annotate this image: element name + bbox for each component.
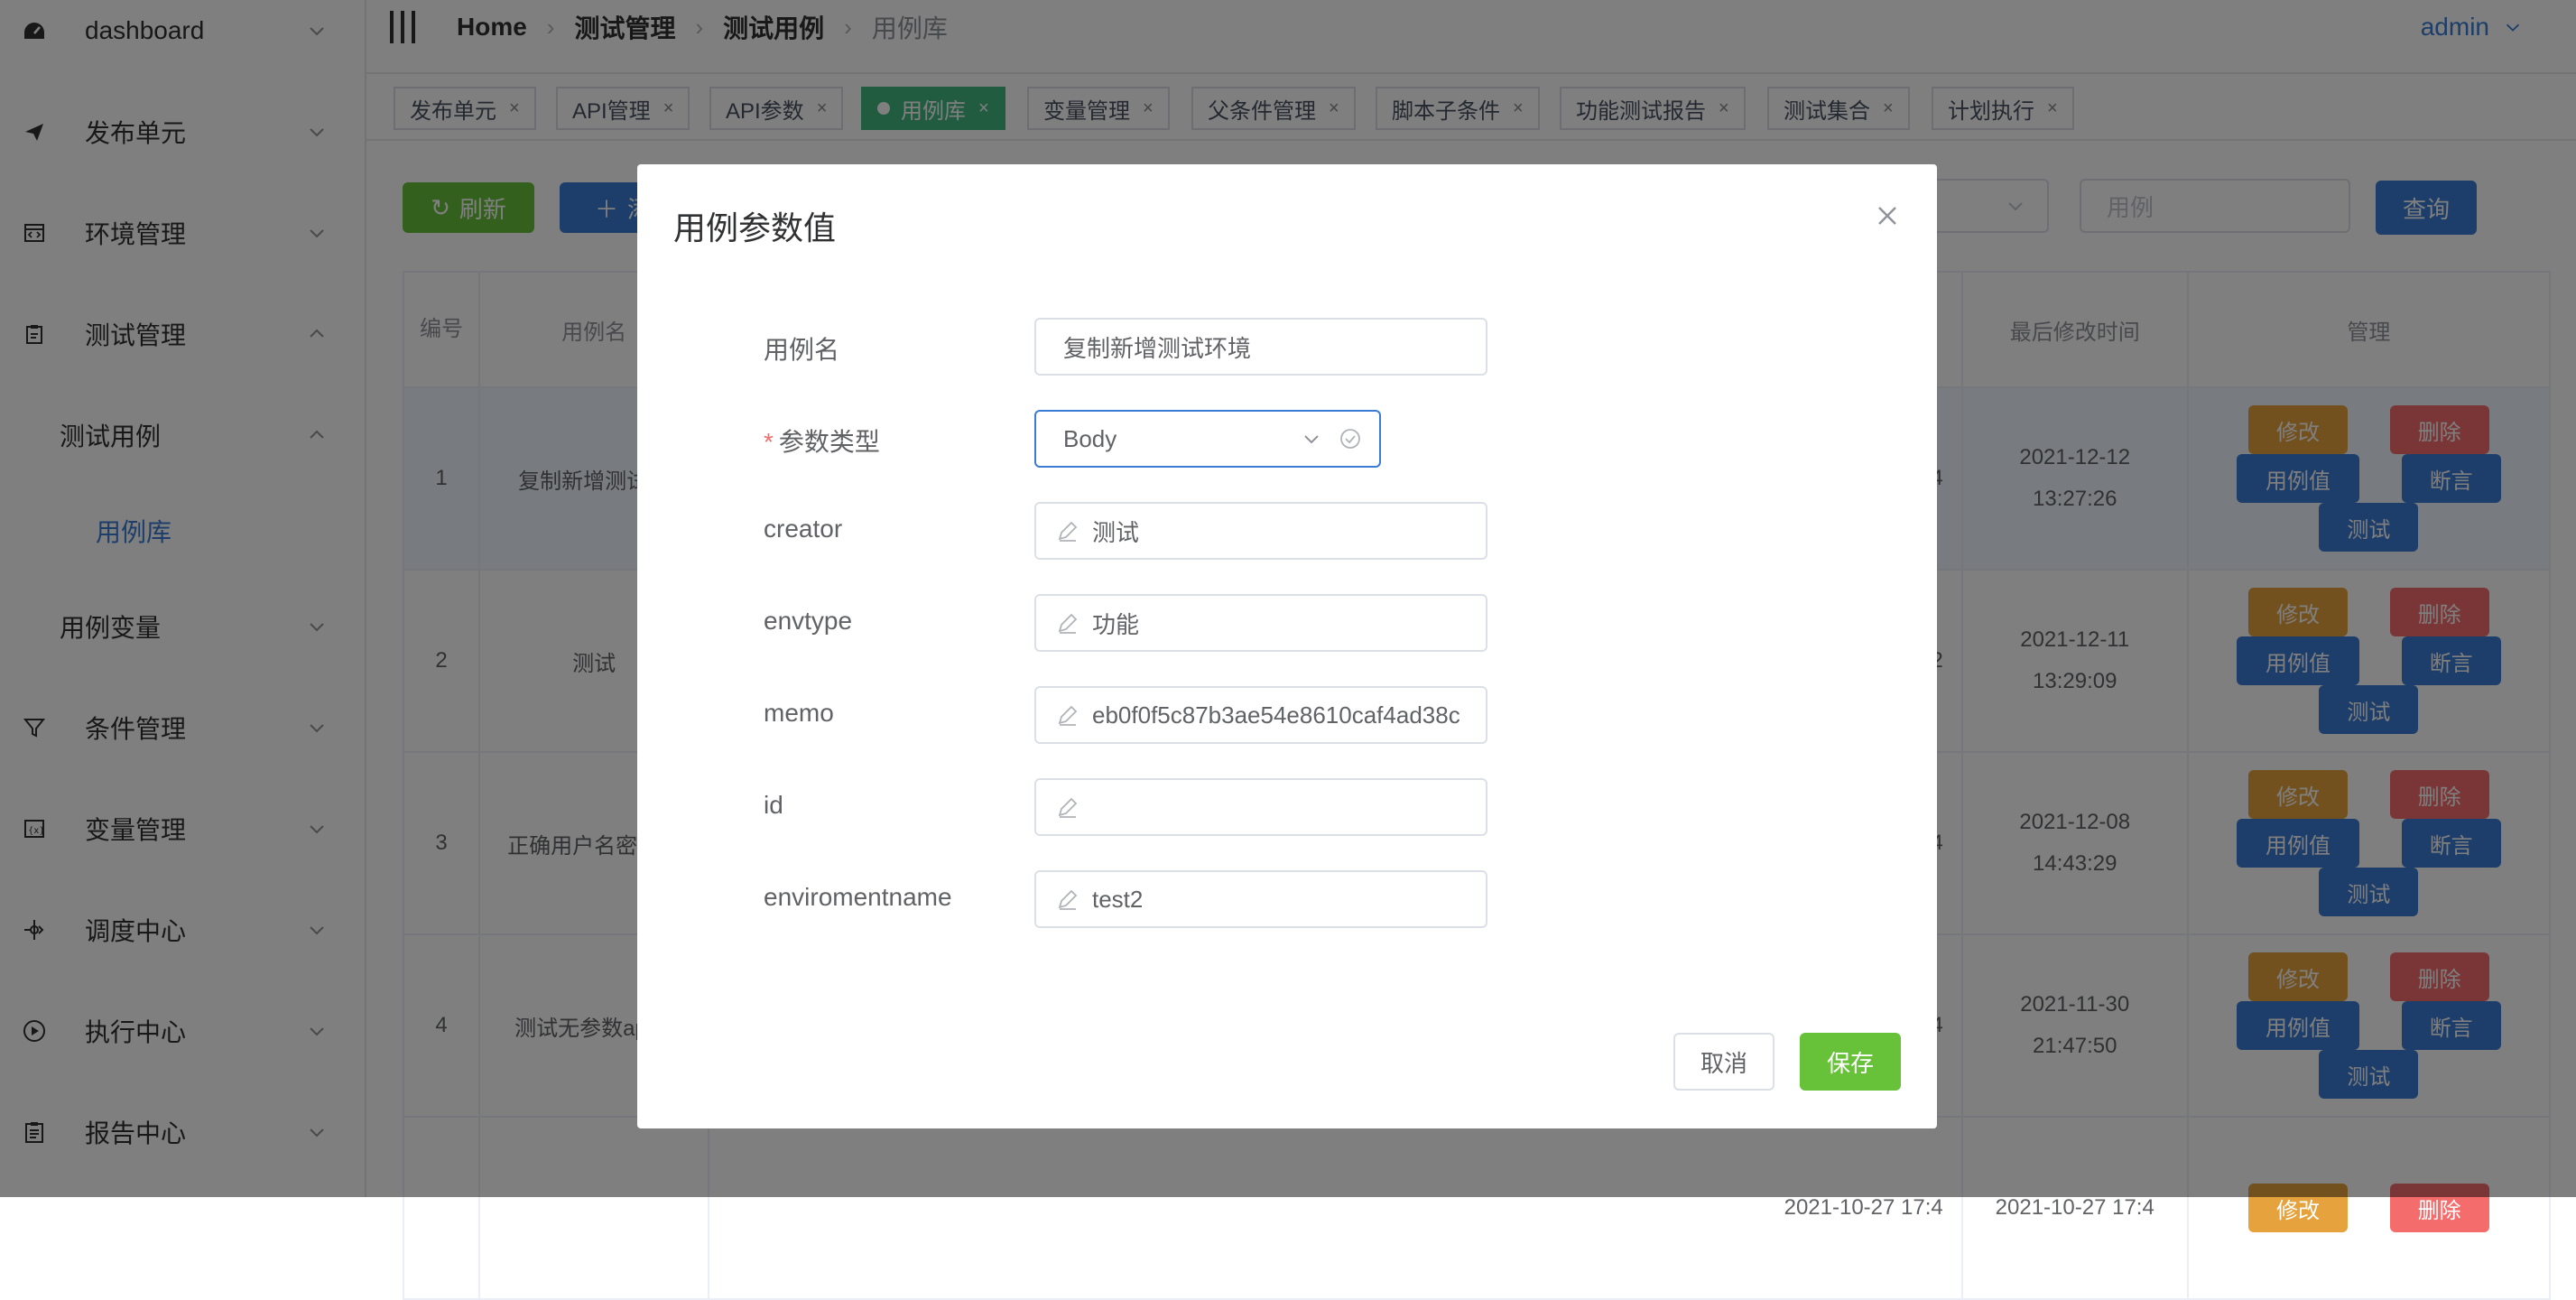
field-row-creator: creator 测试 [637, 502, 1937, 560]
chevron-down-icon [1304, 435, 1319, 444]
edit-icon [1058, 613, 1078, 634]
field-label: creator [764, 515, 843, 543]
field-value: Body [1063, 424, 1117, 452]
field-row-param-type: * 参数类型 Body [637, 410, 1937, 468]
dialog-title: 用例参数值 [673, 209, 837, 246]
case-param-dialog: 用例参数值 用例名 复制新增测试环境 * 参数类型 Body creator 测试… [637, 164, 1937, 1128]
field-row-case-name: 用例名 复制新增测试环境 [637, 318, 1937, 376]
field-row-memo: memo eb0f0f5c87b3ae54e8610caf4ad38c [637, 686, 1937, 744]
field-value: 功能 [1092, 610, 1140, 638]
field-label: memo [764, 699, 834, 727]
envtype-input[interactable]: 功能 [1034, 594, 1487, 652]
id-input[interactable] [1034, 778, 1487, 836]
edit-icon [1058, 797, 1078, 818]
field-row-enviromentname: enviromentname test2 [637, 870, 1937, 928]
field-value: test2 [1092, 885, 1144, 913]
save-button[interactable]: 保存 [1800, 1033, 1901, 1091]
creator-input[interactable]: 测试 [1034, 502, 1487, 560]
field-row-id: id [637, 778, 1937, 836]
field-label: * 参数类型 [764, 422, 880, 459]
edit-icon [1058, 705, 1078, 726]
case-name-input[interactable]: 复制新增测试环境 [1034, 318, 1487, 376]
field-label: 用例名 [764, 336, 840, 364]
check-circle-icon [1340, 429, 1360, 449]
required-mark: * [764, 428, 774, 456]
edit-icon [1058, 521, 1078, 542]
close-icon[interactable] [1874, 202, 1901, 229]
memo-input[interactable]: eb0f0f5c87b3ae54e8610caf4ad38c [1034, 686, 1487, 744]
field-row-envtype: envtype 功能 [637, 594, 1937, 652]
field-label: envtype [764, 607, 853, 635]
enviromentname-input[interactable]: test2 [1034, 870, 1487, 928]
edit-icon [1058, 889, 1078, 910]
field-value: 测试 [1092, 518, 1140, 546]
cancel-button[interactable]: 取消 [1673, 1033, 1774, 1091]
field-label: enviromentname [764, 883, 952, 911]
param-type-select[interactable]: Body [1034, 410, 1381, 468]
field-value: 复制新增测试环境 [1063, 334, 1252, 362]
field-label: id [764, 791, 783, 819]
field-value: eb0f0f5c87b3ae54e8610caf4ad38c [1092, 701, 1460, 729]
field-label-text: 参数类型 [778, 428, 880, 456]
